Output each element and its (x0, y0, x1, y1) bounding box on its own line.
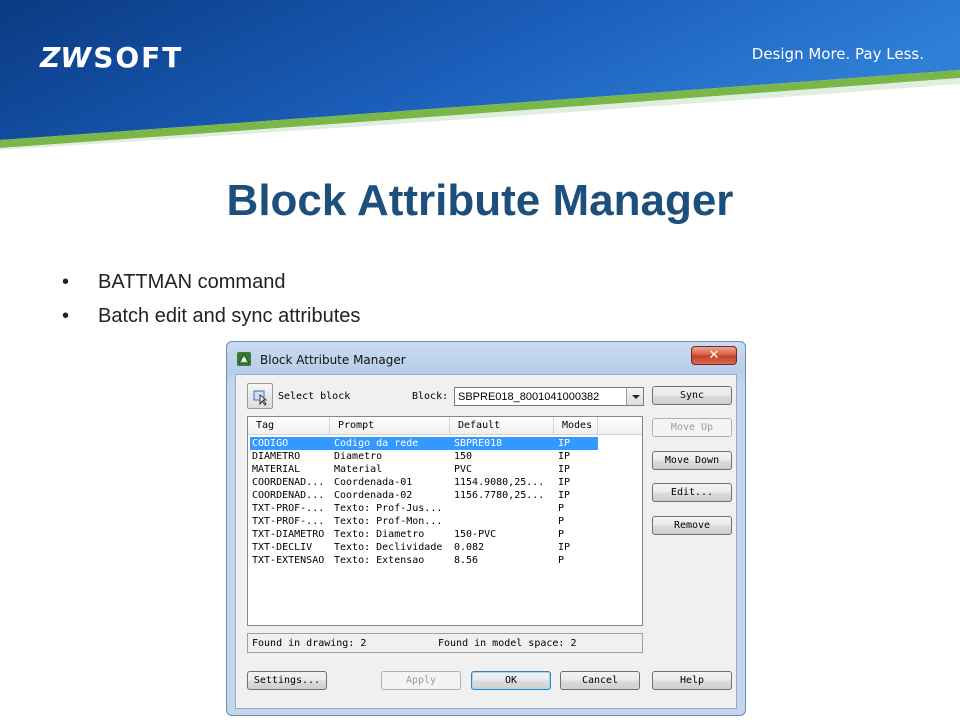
cell-modes: P (558, 555, 565, 566)
table-row[interactable]: TXT-PROF-... Texto: Prof-Jus... P (250, 502, 598, 515)
attribute-list[interactable]: Tag Prompt Default Modes CODIGO Codigo da… (247, 416, 643, 626)
move-down-button[interactable]: Move Down (652, 451, 732, 470)
cell-modes: P (558, 516, 565, 527)
block-label: Block: (412, 391, 449, 402)
edit-button[interactable]: Edit... (652, 483, 732, 502)
cell-prompt: Coordenada-02 (334, 490, 413, 501)
status-found-in-drawing: Found in drawing: 2 (252, 638, 367, 649)
cell-tag: TXT-DECLIV (252, 542, 313, 553)
logo-text-soft: SOFT (93, 40, 184, 74)
logo-text-zw: ZW (40, 40, 92, 74)
cell-tag: MATERIAL (252, 464, 301, 475)
cell-default: 1156.7780,25... (454, 490, 545, 501)
cell-modes: IP (558, 464, 571, 475)
bullet-item: BATTMAN command (62, 270, 360, 304)
cell-tag: TXT-PROF-... (252, 503, 325, 514)
list-rows: CODIGO Codigo da rede SBPRE018 IP DIAMETRO Di… (250, 437, 598, 567)
status-found-in-model-space: Found in model space: 2 (438, 638, 577, 649)
column-header-prompt[interactable]: Prompt (330, 417, 450, 435)
cell-tag: CODIGO (252, 438, 289, 449)
cell-tag: TXT-DIAMETRO (252, 529, 325, 540)
ok-button[interactable]: OK (471, 671, 551, 690)
list-header: Tag Prompt Default Modes (248, 417, 642, 435)
dialog-client-area: Select block Block: SBPRE018_80010410003… (235, 374, 737, 709)
block-combobox[interactable]: SBPRE018_8001041000382 (454, 387, 644, 406)
cell-tag: TXT-PROF-... (252, 516, 325, 527)
cell-tag: TXT-EXTENSAO (252, 555, 325, 566)
table-row[interactable]: CODIGO Codigo da rede SBPRE018 IP (250, 437, 598, 450)
zwsoft-logo: ZW SOFT (40, 40, 184, 74)
close-icon: ✕ (708, 348, 720, 363)
cell-default: SBPRE018 (454, 438, 503, 449)
cancel-button[interactable]: Cancel (560, 671, 640, 690)
cell-tag: DIAMETRO (252, 451, 301, 462)
column-header-tag[interactable]: Tag (248, 417, 330, 435)
block-combobox-value: SBPRE018_8001041000382 (458, 391, 600, 403)
select-block-icon (253, 390, 268, 406)
cell-tag: COORDENAD... (252, 490, 325, 501)
status-bar: Found in drawing: 2 Found in model space… (247, 633, 643, 653)
bullet-list: BATTMAN command Batch edit and sync attr… (62, 270, 360, 338)
slide-title: Block Attribute Manager (226, 176, 734, 225)
select-block-label: Select block (278, 391, 351, 402)
cell-default: 150 (454, 451, 473, 462)
cell-default: PVC (454, 464, 473, 475)
select-block-button[interactable] (247, 383, 273, 409)
cell-tag: COORDENAD... (252, 477, 325, 488)
close-button[interactable]: ✕ (691, 346, 737, 365)
block-attribute-manager-dialog: Block Attribute Manager ✕ Select block B… (226, 341, 746, 716)
cell-prompt: Texto: Extensao (334, 555, 425, 566)
chevron-down-icon[interactable] (626, 388, 643, 405)
cell-prompt: Coordenada-01 (334, 477, 413, 488)
cell-modes: IP (558, 451, 571, 462)
cell-default: 1154.9080,25... (454, 477, 545, 488)
title-bar[interactable]: Block Attribute Manager ✕ (227, 342, 745, 374)
cell-default: 8.56 (454, 555, 479, 566)
cell-modes: IP (558, 542, 571, 553)
help-button[interactable]: Help (652, 671, 732, 690)
cell-default: 0.082 (454, 542, 485, 553)
cell-modes: P (558, 529, 565, 540)
column-header-default[interactable]: Default (450, 417, 554, 435)
sync-button[interactable]: Sync (652, 386, 732, 405)
cell-modes: P (558, 503, 565, 514)
move-up-button[interactable]: Move Up (652, 418, 732, 437)
table-row[interactable]: TXT-DECLIV Texto: Declividade 0.082 IP (250, 541, 598, 554)
tagline: Design More. Pay Less. (751, 45, 924, 63)
bullet-item: Batch edit and sync attributes (62, 304, 360, 338)
cell-prompt: Texto: Prof-Mon... (334, 516, 443, 527)
settings-button[interactable]: Settings... (247, 671, 327, 690)
table-row[interactable]: MATERIAL Material PVC IP (250, 463, 598, 476)
table-row[interactable]: TXT-PROF-... Texto: Prof-Mon... P (250, 515, 598, 528)
cell-prompt: Diametro (334, 451, 383, 462)
banner-background (0, 0, 960, 150)
table-row[interactable]: COORDENAD... Coordenada-01 1154.9080,25...… (250, 476, 598, 489)
cell-prompt: Codigo da rede (334, 438, 419, 449)
cell-prompt: Texto: Prof-Jus... (334, 503, 443, 514)
window-title: Block Attribute Manager (260, 353, 406, 367)
cell-default: 150-PVC (454, 529, 497, 540)
cell-prompt: Texto: Diametro (334, 529, 425, 540)
remove-button[interactable]: Remove (652, 516, 732, 535)
column-header-modes[interactable]: Modes (554, 417, 598, 435)
slide-header-banner: ZW SOFT Design More. Pay Less. (0, 0, 960, 150)
cell-modes: IP (558, 477, 571, 488)
cell-modes: IP (558, 490, 571, 501)
cell-prompt: Texto: Declividade (334, 542, 443, 553)
table-row[interactable]: COORDENAD... Coordenada-02 1156.7780,25...… (250, 489, 598, 502)
table-row[interactable]: TXT-EXTENSAO Texto: Extensao 8.56 P (250, 554, 598, 567)
apply-button[interactable]: Apply (381, 671, 461, 690)
table-row[interactable]: TXT-DIAMETRO Texto: Diametro 150-PVC P (250, 528, 598, 541)
cell-modes: IP (558, 438, 571, 449)
table-row[interactable]: DIAMETRO Diametro 150 IP (250, 450, 598, 463)
cell-prompt: Material (334, 464, 383, 475)
app-icon (237, 352, 251, 366)
